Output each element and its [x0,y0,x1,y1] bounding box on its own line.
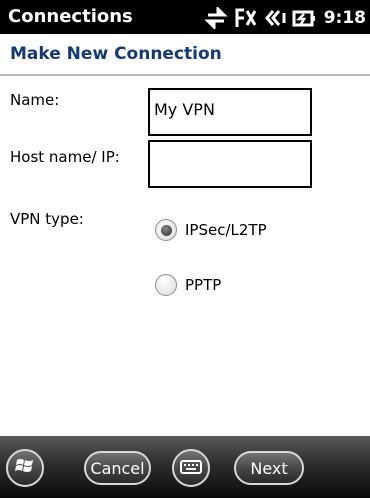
data-transfer-icon [204,7,228,29]
vpn-option-pptp[interactable]: PPTP [155,274,221,296]
vpn-option-label: IPSec/L2TP [185,221,267,239]
vpn-option-label: PPTP [185,276,222,294]
host-field[interactable] [148,140,312,188]
name-field[interactable]: My VPN [148,88,312,136]
clock-time: 9:18 [323,8,366,28]
vpn-type-label: VPN type: [10,210,84,228]
volume-icon [264,7,286,29]
next-button[interactable]: Next [234,451,304,485]
bottom-toolbar: Cancel Next [0,436,370,498]
radio-selected-icon[interactable] [155,219,177,241]
host-label: Host name/ IP: [10,148,120,166]
status-bar: Connections 9:18 [0,0,370,34]
no-signal-icon [234,7,258,29]
radio-unselected-icon[interactable] [155,274,177,296]
page-title: Make New Connection [10,44,222,64]
keyboard-button[interactable] [172,449,210,487]
page-header: Make New Connection [0,34,370,76]
name-label: Name: [10,91,60,109]
battery-charging-icon [292,7,316,29]
app-title: Connections [8,6,133,27]
windows-flag-icon [15,457,35,479]
cancel-button[interactable]: Cancel [84,451,151,485]
keyboard-icon [180,459,202,478]
status-icons: 9:18 [204,7,366,29]
vpn-option-ipsec[interactable]: IPSec/L2TP [155,219,267,241]
start-button[interactable] [6,449,44,487]
